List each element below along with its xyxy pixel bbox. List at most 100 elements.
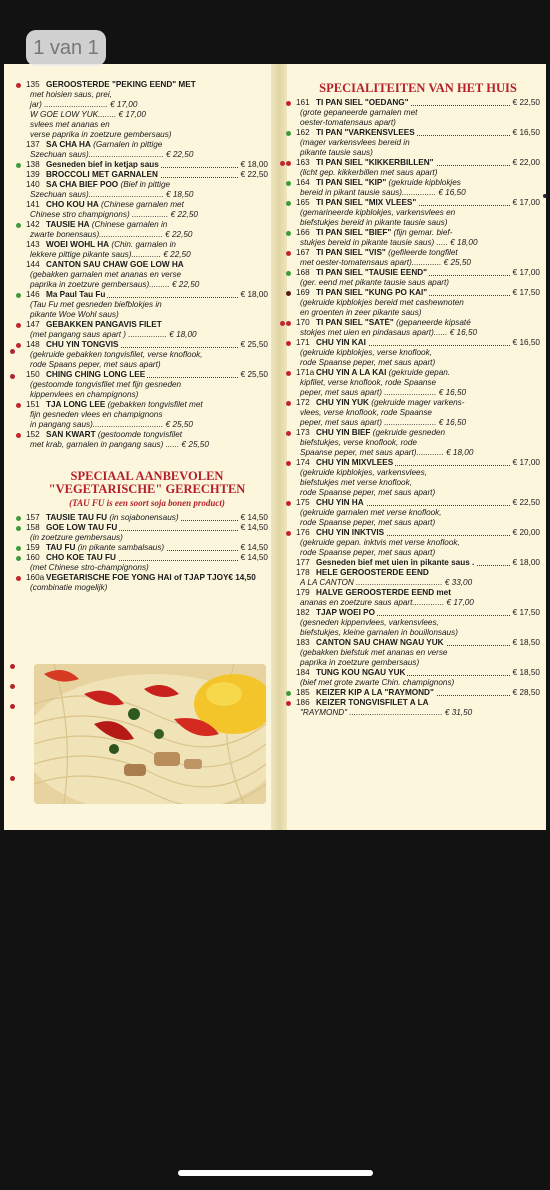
menu-item-detail: (gekruide gebakken tongvisfilet, verse k…	[30, 350, 203, 359]
menu-marker-dot	[286, 231, 291, 236]
menu-item: 174 CHU YIN MIXVLEES € 17,00 (gekruide kipb…	[286, 458, 540, 498]
menu-item-detail: "RAYMOND" ..............................…	[300, 708, 473, 717]
left-column: 135 GEROOSTERDE "PEKING EEND" MET met hois…	[16, 80, 268, 593]
menu-marker-dot	[286, 341, 291, 346]
menu-item-price: € 16,50	[510, 338, 540, 348]
menu-item-detail: biefstukjes met verse knoflook,	[300, 478, 412, 487]
menu-list-left: 135 GEROOSTERDE "PEKING EEND" MET met hois…	[16, 80, 268, 450]
menu-item-number: 166	[296, 228, 310, 237]
menu-item-number: 170	[296, 318, 310, 327]
menu-marker-dot	[286, 431, 291, 436]
menu-item-name: SA CHA BIEF POO	[46, 180, 119, 189]
menu-item-price: € 22,00	[510, 158, 540, 168]
menu-marker-dot	[286, 531, 291, 536]
binder-hole	[10, 684, 15, 689]
menu-item-description: (fijn gemar. bief-	[391, 228, 453, 237]
menu-item-name: TI PAN SIEL "VIS"	[316, 248, 386, 257]
menu-item-number: 168	[296, 268, 310, 277]
menu-item-number: 173	[296, 428, 310, 437]
menu-item: 148 CHU YIN TONGVIS € 25,50 (gekruide gebak…	[16, 340, 268, 370]
menu-item-detail: (licht gep. kikkerbillen met saus apart)	[300, 168, 438, 177]
menu-item: 137 SA CHA HA (Garnalen in pittige Szechua…	[26, 140, 268, 160]
menu-item-price: € 17,00	[510, 458, 540, 468]
menu-item-detail: (met Chinese stro-champignons)	[30, 563, 149, 572]
menu-item-number: 147	[26, 320, 40, 329]
menu-marker-dot	[16, 223, 21, 228]
binder-hole	[10, 776, 15, 781]
menu-item-price: € 20,00	[510, 528, 540, 538]
menu-item-detail: pikante tausie saus)	[300, 148, 373, 157]
menu-item-number: 165	[296, 198, 310, 207]
menu-item-description: (in pikante sambalsaus)	[75, 543, 165, 552]
menu-item-number: 135	[26, 80, 40, 89]
menu-item-detail: verse paprika in zoetzure gembersaus)	[30, 130, 172, 139]
menu-item-price: € 22,50	[238, 170, 268, 180]
menu-item-detail: oester-tomatensaus apart)	[300, 118, 396, 127]
menu-item-detail: in pangang saus)........................…	[30, 420, 193, 429]
menu-item-number: 152	[26, 430, 40, 439]
menu-item: 182 TJAP WOEI PO € 17,50 (gesneden kippenvl…	[296, 608, 540, 638]
menu-item-name: TUNG KOU NGAU YUK	[316, 668, 406, 677]
menu-item: 183 CANTON SAU CHAW NGAU YUK € 18,50 (gebak…	[296, 638, 540, 668]
menu-item-number: 138	[26, 160, 40, 169]
menu-item-name: TJAP WOEI PO	[316, 608, 375, 617]
menu-item-detail: (gekruide kipblokjes, verse knoflook,	[300, 348, 432, 357]
menu-item-name: CHU YIN MIXVLEES	[316, 458, 394, 467]
menu-marker-dot	[16, 293, 21, 298]
menu-item-price: € 18,50	[510, 638, 540, 648]
menu-item-number: 151	[26, 400, 40, 409]
menu-list-right: 161 TI PAN SIEL "OEDANG" € 22,50 (grote gep…	[286, 98, 540, 718]
menu-marker-dot	[286, 501, 291, 506]
menu-item-name: WOEI WOHL HA	[46, 240, 110, 249]
menu-item: 135 GEROOSTERDE "PEKING EEND" MET met hois…	[16, 80, 268, 140]
menu-item-detail: ananas en zoetzure saus apart...........…	[300, 598, 474, 607]
menu-item-number: 182	[296, 608, 310, 617]
menu-marker-dot	[16, 163, 21, 168]
menu-item: 175 CHU YIN HA € 22,50 (gekruide garnalen m…	[286, 498, 540, 528]
menu-item: 159 TAU FU (in pikante sambalsaus) € 14,50	[16, 543, 268, 553]
menu-item-name: TAUSIE TAU FU	[46, 513, 108, 522]
page-gutter	[271, 64, 287, 830]
menu-item: 164 TI PAN SIEL "KIP" (gekruide kipblokje…	[286, 178, 540, 198]
menu-item-description: (gestoomde tongvisfilet	[95, 430, 183, 439]
menu-item-detail: vlees, verse knoflook, rode Spaanse	[300, 408, 432, 417]
menu-item: 177 Gesneden bief met uien in pikante sau…	[296, 558, 540, 568]
menu-item: 146 Ma Paul Tau Fu € 18,00 (Tau Fu met gesn…	[16, 290, 268, 320]
menu-item-price: € 22,50	[510, 498, 540, 508]
menu-item-number: 186	[296, 698, 310, 707]
menu-item-description: (gefileerde tongfilet	[385, 248, 458, 257]
menu-item-detail: met krab, garnalen in pangang saus) ....…	[30, 440, 209, 449]
menu-item: 178 HELE GEROOSTERDE EEND A LA CANTON ....…	[296, 568, 540, 588]
menu-marker-dot	[16, 403, 21, 408]
veg-section-subtitle: (TAU FU is een soort soja bonen product)	[69, 498, 225, 508]
menu-item-number: 162	[296, 128, 310, 137]
menu-item-name: HELE GEROOSTERDE EEND	[316, 568, 429, 577]
menu-item-name: TI PAN SIEL "SATÉ"	[316, 318, 394, 327]
menu-item-detail: (Tau Fu met gesneden biefblokjes in	[30, 300, 162, 309]
menu-item-number: 179	[296, 588, 310, 597]
menu-item: 152 SAN KWART (gestoomde tongvisfilet met …	[16, 430, 268, 450]
menu-item-price: € 14,50	[238, 543, 268, 553]
menu-item-name: CANTON SAU CHAW NGAU YUK	[316, 638, 444, 647]
menu-item-detail: bereid in pikant tausie saus)...........…	[300, 188, 466, 197]
menu-item-detail: (gesneden kippenvlees, varkensvlees,	[300, 618, 439, 627]
home-indicator[interactable]	[178, 1170, 373, 1176]
menu-item-number: 176	[296, 528, 310, 537]
menu-item-name: TI PAN SIEL "TAUSIE EEND"	[316, 268, 428, 277]
menu-item-number: 160a	[26, 573, 45, 582]
menu-marker-dot	[286, 201, 291, 206]
food-photo	[34, 664, 266, 804]
binder-hole	[10, 349, 15, 354]
menu-item-detail: stokjes met uien en pindasaus apart)....…	[300, 328, 478, 337]
menu-item-name: TI PAN SIEL "KIP"	[316, 178, 387, 187]
menu-item-name: Gesneden bief in ketjap saus	[46, 160, 159, 169]
menu-item-price: € 18,00	[238, 290, 268, 300]
menu-item-name: CHO KOU HA	[46, 200, 99, 209]
menu-item-number: 146	[26, 290, 40, 299]
menu-item-detail: zwarte bonensaus).......................…	[30, 230, 193, 239]
menu-item-name: CANTON SAU CHAW GOE LOW HA	[46, 260, 184, 269]
menu-item-price: € 18,50	[510, 668, 540, 678]
menu-item-detail: rode Spaanse peper, met saus apart)	[300, 488, 436, 497]
menu-item: 186 KEIZER TONGVISFILET A LA "RAYMOND" ...…	[286, 698, 540, 718]
menu-item: 184 TUNG KOU NGAU YUK € 18,50 (bief met gro…	[296, 668, 540, 688]
